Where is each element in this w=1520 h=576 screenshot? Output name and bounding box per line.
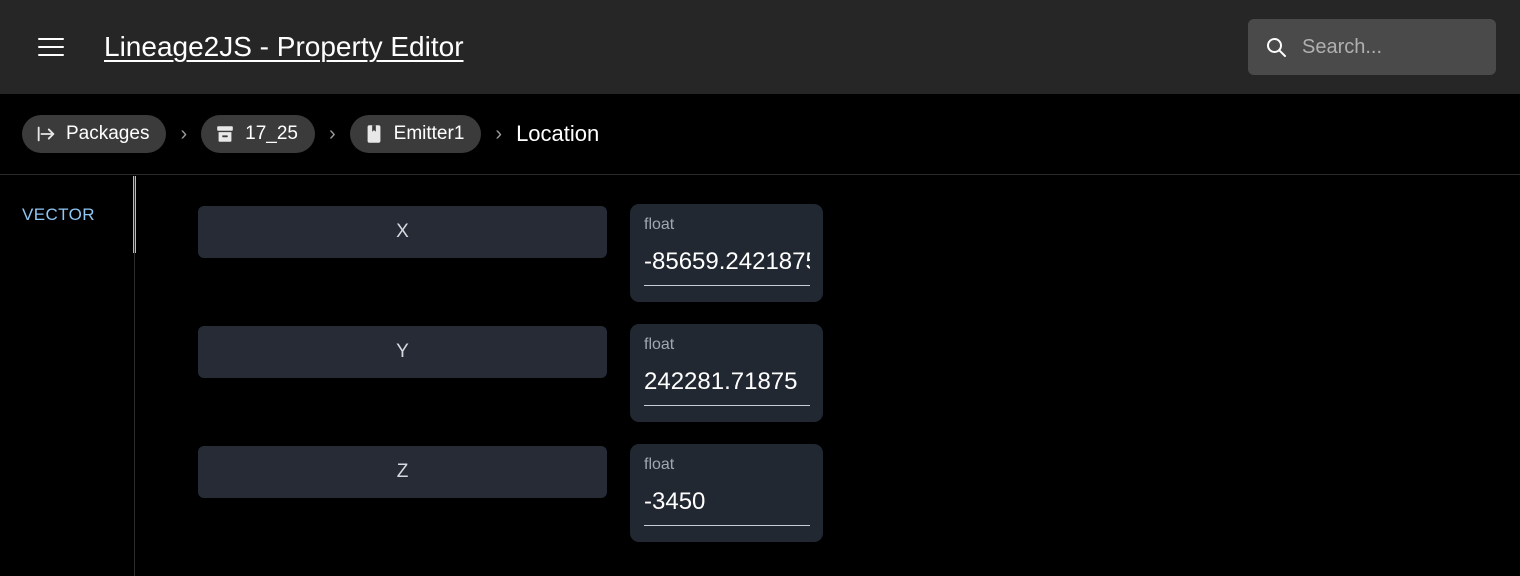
menu-bar-2 (38, 46, 64, 48)
value-type-label: float (644, 336, 675, 353)
axis-panel-z[interactable]: Z (198, 446, 607, 498)
breadcrumb: Packages › 17_25 › Emitter1 › Location (0, 94, 1520, 175)
breadcrumb-separator-3: › (495, 122, 503, 145)
value-type-label: float (644, 216, 675, 233)
value-input-wrap-x (644, 240, 810, 286)
breadcrumb-item-emitter1[interactable]: Emitter1 (349, 115, 482, 153)
breadcrumb-item-location: Location (516, 121, 600, 146)
breadcrumb-item-17-25[interactable]: 17_25 (201, 115, 315, 153)
value-input-z[interactable] (644, 480, 810, 524)
axis-label: Y (396, 341, 409, 362)
value-card-y: float (630, 324, 823, 422)
breadcrumb-item-packages[interactable]: Packages (22, 115, 167, 153)
property-editor-body: VECTOR X float Y float (0, 176, 1520, 576)
value-input-wrap-y (644, 360, 810, 406)
value-input-wrap-z (644, 480, 810, 526)
axis-panel-x[interactable]: X (198, 206, 607, 258)
axis-label: Z (396, 461, 409, 482)
breadcrumb-label: Packages (66, 123, 150, 144)
breadcrumb-label: 17_25 (245, 123, 298, 144)
axis-panel-y[interactable]: Y (198, 326, 607, 378)
menu-bar-1 (38, 38, 64, 40)
input-arrow-icon (37, 126, 55, 142)
breadcrumb-separator-1: › (180, 122, 188, 145)
breadcrumb-label: Emitter1 (393, 123, 465, 144)
search-input[interactable] (1288, 19, 1520, 75)
value-card-z: float (630, 444, 823, 542)
hamburger-menu-icon[interactable] (30, 26, 72, 68)
app-title[interactable]: Lineage2JS - Property Editor (104, 31, 464, 63)
archive-box-icon (217, 126, 233, 142)
value-input-x[interactable] (644, 240, 810, 284)
value-type-label: float (644, 456, 675, 473)
vector-fields: X float Y float Z (135, 176, 1520, 576)
menu-bar-3 (38, 54, 64, 56)
section-title: VECTOR (22, 205, 95, 224)
value-card-x: float (630, 204, 823, 302)
breadcrumb-separator-2: › (328, 122, 336, 145)
app-header: Lineage2JS - Property Editor (0, 0, 1520, 94)
value-input-y[interactable] (644, 360, 810, 404)
search-box[interactable] (1248, 19, 1520, 75)
search-icon (1267, 38, 1286, 57)
bookmark-book-icon (367, 125, 381, 143)
section-rail: VECTOR (0, 176, 135, 576)
axis-label: X (396, 221, 409, 242)
